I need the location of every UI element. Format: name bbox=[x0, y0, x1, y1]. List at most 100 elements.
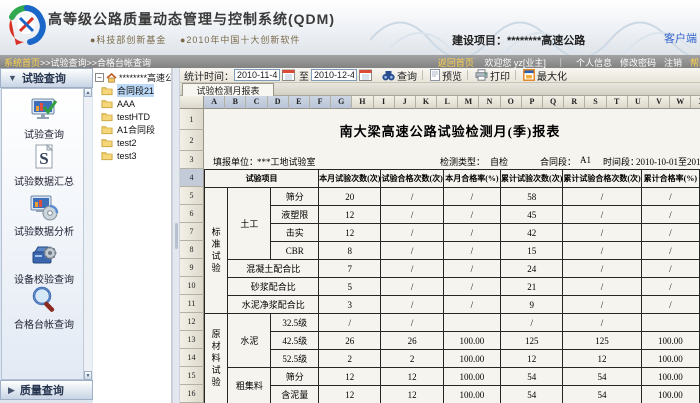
report-value-cell[interactable]: / bbox=[381, 278, 443, 296]
report-value-cell[interactable]: 5 bbox=[319, 278, 381, 296]
row-header-3[interactable]: 3 bbox=[180, 151, 204, 169]
report-item-cell[interactable]: 液塑限 bbox=[271, 206, 319, 224]
report-header-3[interactable]: 本月合格率(%) bbox=[443, 170, 500, 188]
report-value-cell[interactable]: / bbox=[641, 296, 699, 314]
report-value-cell[interactable]: / bbox=[319, 314, 381, 332]
report-value-cell[interactable]: / bbox=[443, 296, 500, 314]
user-link-0[interactable]: 个人信息 bbox=[576, 58, 612, 68]
column-header-N[interactable]: N bbox=[479, 96, 500, 109]
report-value-cell[interactable]: 54 bbox=[501, 386, 563, 403]
report-value-cell[interactable]: / bbox=[563, 278, 641, 296]
report-value-cell[interactable]: 42 bbox=[501, 224, 563, 242]
tree-node-5[interactable]: test3 bbox=[101, 149, 137, 162]
column-header-A[interactable]: A bbox=[204, 96, 225, 109]
sidebar-item-2[interactable]: 试验数据分析 bbox=[4, 192, 84, 238]
report-value-cell[interactable]: / bbox=[381, 206, 443, 224]
report-header-1[interactable]: 本月试验次数(次) bbox=[319, 170, 381, 188]
report-value-cell[interactable]: 2 bbox=[319, 350, 381, 368]
report-value-cell[interactable]: 100.00 bbox=[443, 332, 500, 350]
row-header-15[interactable]: 15 bbox=[180, 367, 204, 385]
report-value-cell[interactable]: / bbox=[563, 260, 641, 278]
panel-splitter[interactable] bbox=[172, 68, 180, 403]
report-value-cell[interactable]: / bbox=[443, 224, 500, 242]
report-value-cell[interactable]: / bbox=[381, 314, 443, 332]
sidebar-item-1[interactable]: S试验数据汇总 bbox=[4, 142, 84, 188]
report-value-cell[interactable]: 12 bbox=[501, 350, 563, 368]
tree-collapse-icon[interactable]: − bbox=[95, 73, 104, 82]
tree-node-3[interactable]: A1合同段 bbox=[101, 123, 155, 136]
report-value-cell[interactable]: / bbox=[443, 242, 500, 260]
report-item-cell[interactable]: 混凝土配合比 bbox=[228, 260, 319, 278]
row-header-13[interactable]: 13 bbox=[180, 331, 204, 349]
row-header-11[interactable]: 11 bbox=[180, 295, 204, 313]
breadcrumb-home-link[interactable]: 系统首页 bbox=[4, 58, 40, 68]
back-home-link[interactable]: 返回首页 bbox=[438, 58, 474, 68]
report-value-cell[interactable]: / bbox=[501, 314, 563, 332]
sidebar-item-0[interactable]: 试验查询 bbox=[4, 95, 84, 141]
report-value-cell[interactable]: / bbox=[443, 278, 500, 296]
row-header-4[interactable]: 4 bbox=[180, 169, 204, 187]
row-header-7[interactable]: 7 bbox=[180, 223, 204, 241]
report-value-cell[interactable]: 12 bbox=[319, 368, 381, 386]
user-link-3[interactable]: 帮助 bbox=[690, 58, 700, 68]
date-from-input[interactable] bbox=[234, 69, 280, 81]
report-value-cell[interactable]: 125 bbox=[563, 332, 641, 350]
report-value-cell[interactable]: 54 bbox=[563, 386, 641, 403]
report-item-cell[interactable]: 含泥量 bbox=[271, 386, 319, 403]
column-header-I[interactable]: I bbox=[374, 96, 395, 109]
report-item-cell[interactable]: 筛分 bbox=[271, 368, 319, 386]
report-value-cell[interactable]: / bbox=[381, 224, 443, 242]
report-value-cell[interactable]: / bbox=[443, 206, 500, 224]
report-item-cell[interactable]: 水泥净浆配合比 bbox=[228, 296, 319, 314]
report-header-0[interactable]: 试验项目 bbox=[205, 170, 319, 188]
report-item-cell[interactable]: 32.5级 bbox=[271, 314, 319, 332]
report-value-cell[interactable]: 100.00 bbox=[443, 386, 500, 403]
accordion-header-quality-query[interactable]: ▶ 质量查询 bbox=[0, 380, 93, 400]
sheet-corner-cell[interactable] bbox=[180, 96, 204, 109]
report-header-6[interactable]: 累计合格率(%) bbox=[641, 170, 699, 188]
report-value-cell[interactable]: / bbox=[563, 242, 641, 260]
report-value-cell[interactable]: 54 bbox=[563, 368, 641, 386]
sidebar-item-3[interactable]: 设备校验查询 bbox=[4, 240, 84, 286]
report-value-cell[interactable]: / bbox=[641, 278, 699, 296]
column-header-D[interactable]: D bbox=[268, 96, 289, 109]
column-header-G[interactable]: G bbox=[331, 96, 352, 109]
column-header-H[interactable]: H bbox=[352, 96, 373, 109]
report-value-cell[interactable]: / bbox=[381, 296, 443, 314]
column-header-V[interactable]: V bbox=[649, 96, 670, 109]
row-header-9[interactable]: 9 bbox=[180, 259, 204, 277]
row-header-5[interactable]: 5 bbox=[180, 187, 204, 205]
column-header-T[interactable]: T bbox=[607, 96, 628, 109]
report-value-cell[interactable]: 2 bbox=[381, 350, 443, 368]
report-header-5[interactable]: 累计试验合格次数(次) bbox=[563, 170, 641, 188]
column-header-M[interactable]: M bbox=[458, 96, 479, 109]
report-value-cell[interactable]: / bbox=[563, 296, 641, 314]
column-header-X[interactable]: X bbox=[691, 96, 700, 109]
report-item-cell[interactable]: 42.5级 bbox=[271, 332, 319, 350]
report-value-cell[interactable]: / bbox=[641, 188, 699, 206]
report-group-1[interactable]: 原材料试验 bbox=[205, 314, 228, 403]
tree-node-0[interactable]: 合同段21 bbox=[101, 84, 154, 97]
report-value-cell[interactable]: 12 bbox=[319, 206, 381, 224]
date-to-input[interactable] bbox=[311, 69, 357, 81]
report-item-cell[interactable]: 筛分 bbox=[271, 188, 319, 206]
report-value-cell[interactable]: / bbox=[563, 188, 641, 206]
print-button[interactable]: 打印 bbox=[473, 68, 510, 83]
user-link-1[interactable]: 修改密码 bbox=[620, 58, 656, 68]
report-value-cell[interactable]: 26 bbox=[381, 332, 443, 350]
report-group-0[interactable]: 标准试验 bbox=[205, 188, 228, 314]
query-button[interactable]: 查询 bbox=[380, 68, 417, 83]
report-value-cell[interactable]: / bbox=[563, 206, 641, 224]
column-header-E[interactable]: E bbox=[289, 96, 310, 109]
column-header-F[interactable]: F bbox=[310, 96, 331, 109]
column-header-K[interactable]: K bbox=[416, 96, 437, 109]
report-value-cell[interactable]: 12 bbox=[381, 368, 443, 386]
report-value-cell[interactable]: 8 bbox=[319, 242, 381, 260]
report-value-cell[interactable]: 45 bbox=[501, 206, 563, 224]
report-value-cell[interactable]: / bbox=[381, 188, 443, 206]
column-header-S[interactable]: S bbox=[585, 96, 606, 109]
column-header-J[interactable]: J bbox=[395, 96, 416, 109]
report-value-cell[interactable]: 21 bbox=[501, 278, 563, 296]
tab-test-report[interactable]: 试验检测月报表 bbox=[182, 83, 274, 96]
report-value-cell[interactable]: 3 bbox=[319, 296, 381, 314]
